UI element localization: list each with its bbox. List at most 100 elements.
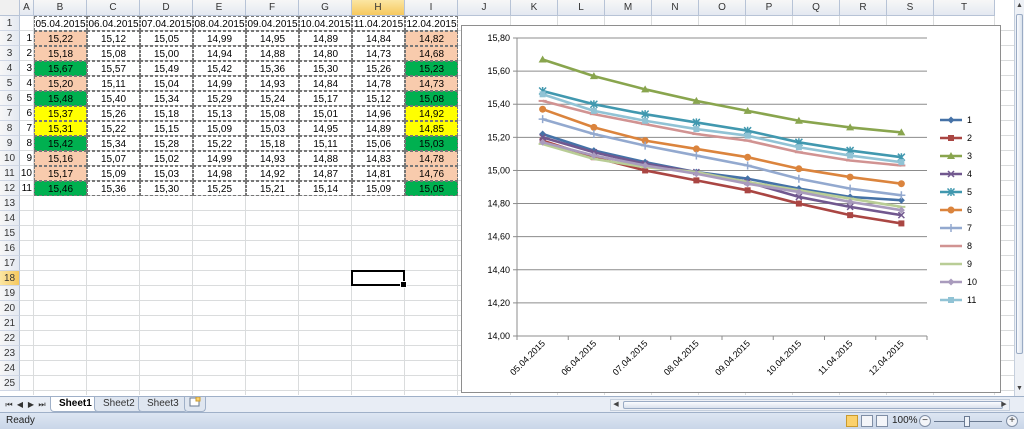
value-cell[interactable]: 14,93: [246, 76, 299, 91]
value-cell[interactable]: 15,31: [34, 121, 87, 136]
row-header-5[interactable]: 5: [0, 76, 20, 91]
value-cell[interactable]: 15,05: [405, 181, 458, 196]
value-cell[interactable]: 14,99: [193, 151, 246, 166]
value-cell[interactable]: 15,09: [87, 166, 140, 181]
vertical-scrollbar[interactable]: ▲ ▼: [1014, 0, 1024, 396]
value-cell[interactable]: 14,95: [299, 121, 352, 136]
value-cell[interactable]: 15,24: [246, 91, 299, 106]
date-header-cell[interactable]: 08.04.2015: [193, 16, 246, 31]
value-cell[interactable]: 15,36: [246, 61, 299, 76]
row-header-6[interactable]: 6: [0, 91, 20, 106]
value-cell[interactable]: 15,29: [193, 91, 246, 106]
value-cell[interactable]: 14,98: [193, 166, 246, 181]
line-chart[interactable]: 14,00 14,20 14,40 14,60 14,80 15,00 15,20 15,40…: [461, 25, 1001, 393]
vertical-scroll-thumb[interactable]: [1016, 14, 1023, 354]
date-header-cell[interactable]: 09.04.2015: [246, 16, 299, 31]
row-header-13[interactable]: 13: [0, 196, 20, 211]
value-cell[interactable]: 14,87: [299, 166, 352, 181]
value-cell[interactable]: 15,26: [352, 61, 405, 76]
next-sheet-icon[interactable]: ▶: [26, 399, 36, 411]
value-cell[interactable]: 14,89: [352, 121, 405, 136]
value-cell[interactable]: 14,73: [352, 46, 405, 61]
value-cell[interactable]: 14,99: [193, 31, 246, 46]
row-index-cell[interactable]: 3: [20, 61, 34, 76]
row-index-cell[interactable]: 1: [20, 31, 34, 46]
value-cell[interactable]: 15,14: [299, 181, 352, 196]
row-index-cell[interactable]: 5: [20, 91, 34, 106]
insert-sheet-icon[interactable]: [184, 396, 206, 412]
column-header-l[interactable]: L: [558, 0, 605, 16]
value-cell[interactable]: 15,06: [352, 136, 405, 151]
scroll-left-icon[interactable]: ◀: [611, 400, 621, 410]
value-cell[interactable]: 14,81: [352, 166, 405, 181]
value-cell[interactable]: 15,30: [299, 61, 352, 76]
row-index-cell[interactable]: 10: [20, 166, 34, 181]
zoom-out-icon[interactable]: −: [919, 415, 931, 427]
date-header-cell[interactable]: 05.04.2015: [34, 16, 87, 31]
scroll-up-icon[interactable]: ▲: [1015, 1, 1024, 11]
row-header-9[interactable]: 9: [0, 136, 20, 151]
value-cell[interactable]: 15,40: [87, 91, 140, 106]
value-cell[interactable]: 14,88: [246, 46, 299, 61]
value-cell[interactable]: 15,16: [34, 151, 87, 166]
row-header-15[interactable]: 15: [0, 226, 20, 241]
value-cell[interactable]: 15,08: [87, 46, 140, 61]
row-header-1[interactable]: 1: [0, 16, 20, 31]
zoom-slider-thumb[interactable]: [964, 416, 970, 427]
value-cell[interactable]: 15,09: [352, 181, 405, 196]
horizontal-scroll-thumb[interactable]: [623, 401, 1003, 409]
date-header-cell[interactable]: 11.04.2015: [352, 16, 405, 31]
value-cell[interactable]: 15,30: [140, 181, 193, 196]
value-cell[interactable]: 15,05: [140, 31, 193, 46]
row-header-12[interactable]: 12: [0, 181, 20, 196]
page-break-view-icon[interactable]: [876, 415, 888, 427]
row-header-18[interactable]: 18: [0, 271, 20, 286]
value-cell[interactable]: 15,34: [87, 136, 140, 151]
value-cell[interactable]: 15,13: [193, 106, 246, 121]
row-header-19[interactable]: 19: [0, 286, 20, 301]
select-all-corner[interactable]: [0, 0, 20, 16]
value-cell[interactable]: 14,78: [352, 76, 405, 91]
tab-sheet3[interactable]: Sheet3: [138, 397, 188, 412]
prev-sheet-icon[interactable]: ◀: [15, 399, 25, 411]
value-cell[interactable]: 14,99: [193, 76, 246, 91]
value-cell[interactable]: 15,04: [140, 76, 193, 91]
row-header-3[interactable]: 3: [0, 46, 20, 61]
value-cell[interactable]: 15,22: [34, 31, 87, 46]
row-index-cell[interactable]: 6: [20, 106, 34, 121]
column-header-r[interactable]: R: [840, 0, 887, 16]
date-header-cell[interactable]: 06.04.2015: [87, 16, 140, 31]
value-cell[interactable]: 15,15: [140, 121, 193, 136]
value-cell[interactable]: 14,84: [299, 76, 352, 91]
row-index-cell[interactable]: 11: [20, 181, 34, 196]
value-cell[interactable]: 15,00: [140, 46, 193, 61]
value-cell[interactable]: 14,92: [405, 106, 458, 121]
column-header-g[interactable]: G: [299, 0, 352, 16]
value-cell[interactable]: 15,12: [87, 31, 140, 46]
value-cell[interactable]: 15,49: [140, 61, 193, 76]
value-cell[interactable]: 15,11: [299, 136, 352, 151]
value-cell[interactable]: 15,28: [140, 136, 193, 151]
value-cell[interactable]: 15,17: [34, 166, 87, 181]
value-cell[interactable]: 15,17: [299, 91, 352, 106]
scroll-down-icon[interactable]: ▼: [1015, 384, 1024, 394]
zoom-level[interactable]: 100%: [892, 413, 918, 429]
value-cell[interactable]: 15,36: [87, 181, 140, 196]
value-cell[interactable]: 14,93: [246, 151, 299, 166]
value-cell[interactable]: 15,42: [34, 136, 87, 151]
value-cell[interactable]: 14,85: [405, 121, 458, 136]
value-cell[interactable]: 14,73: [405, 76, 458, 91]
value-cell[interactable]: 14,80: [299, 46, 352, 61]
row-header-11[interactable]: 11: [0, 166, 20, 181]
value-cell[interactable]: 15,22: [193, 136, 246, 151]
column-header-j[interactable]: J: [458, 0, 511, 16]
row-header-23[interactable]: 23: [0, 346, 20, 361]
value-cell[interactable]: 15,25: [193, 181, 246, 196]
value-cell[interactable]: 15,18: [140, 106, 193, 121]
value-cell[interactable]: 14,78: [405, 151, 458, 166]
row-index-cell[interactable]: 2: [20, 46, 34, 61]
row-header-10[interactable]: 10: [0, 151, 20, 166]
row-header-4[interactable]: 4: [0, 61, 20, 76]
date-header-cell[interactable]: 10.04.2015: [299, 16, 352, 31]
column-header-e[interactable]: E: [193, 0, 246, 16]
